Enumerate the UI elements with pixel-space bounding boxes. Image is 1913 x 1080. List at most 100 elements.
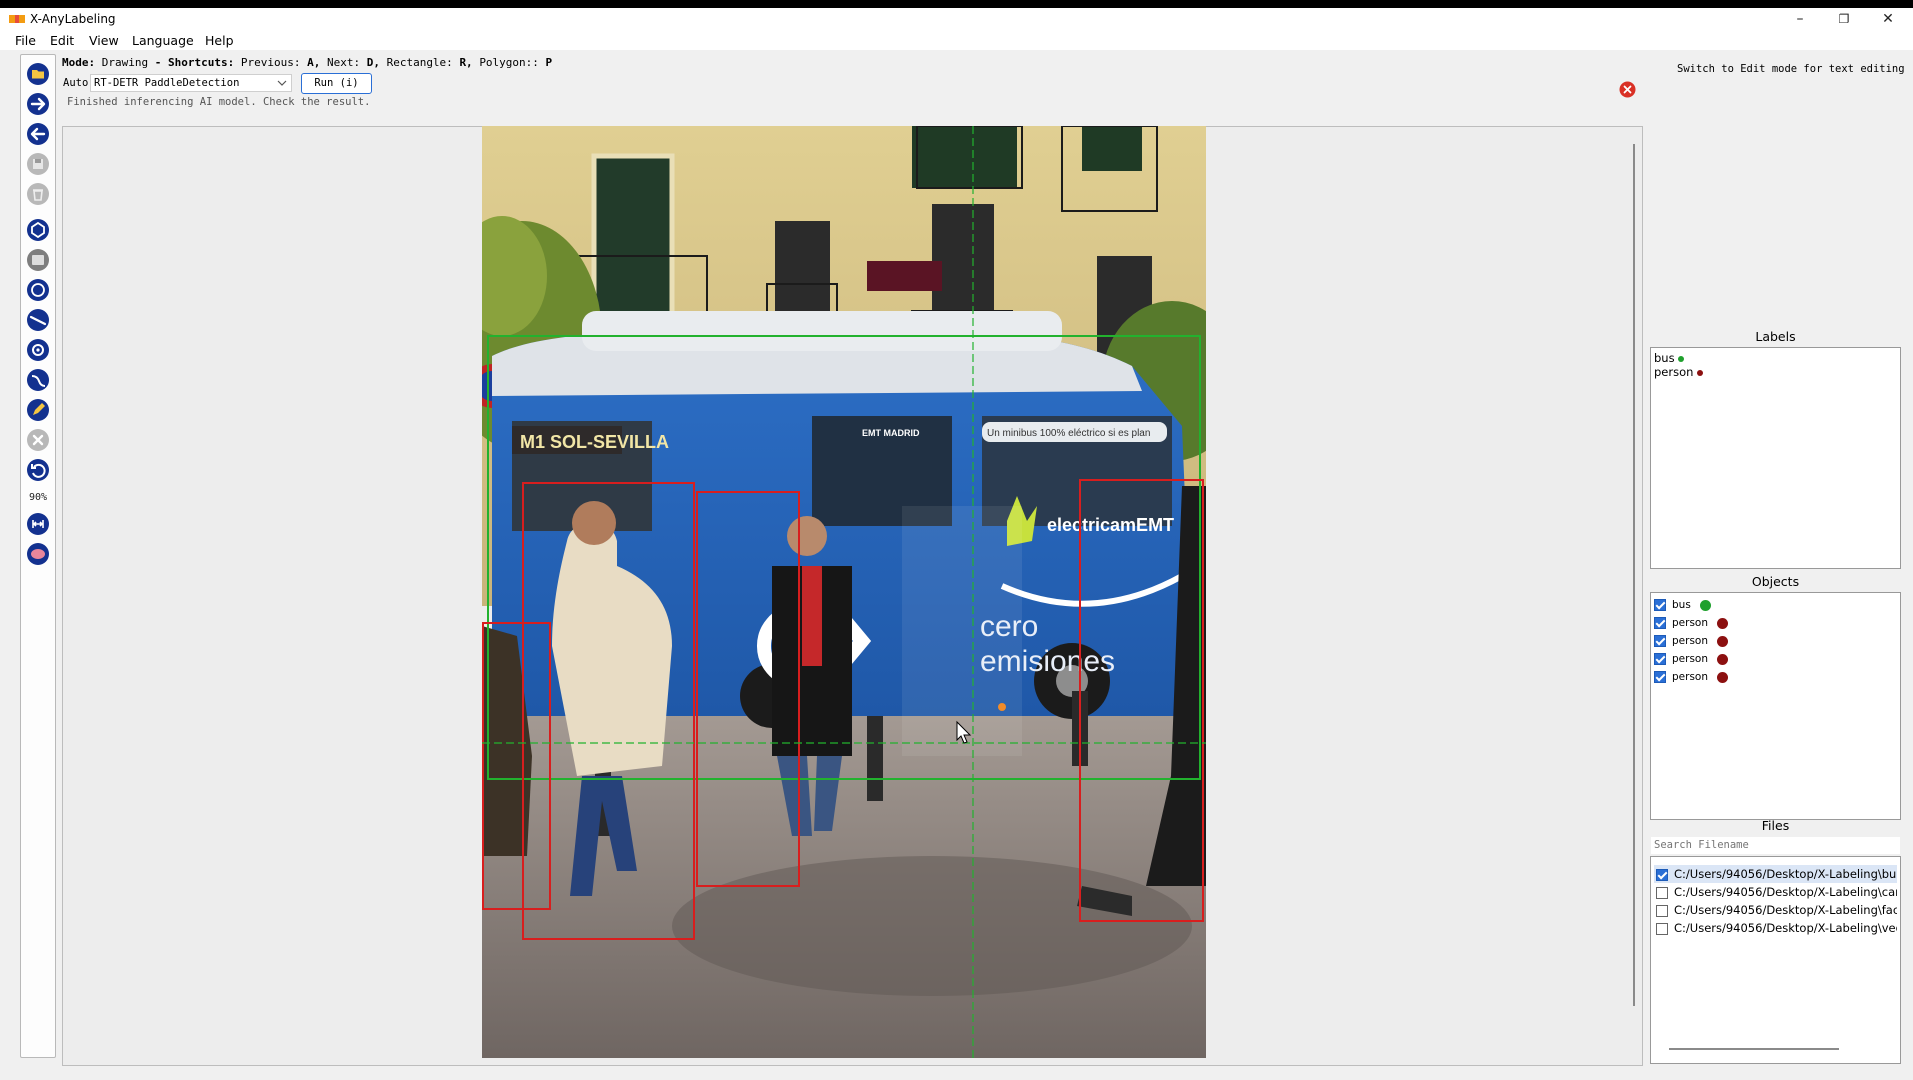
- file-path: C:/Users/94056/Desktop/X-Labeling\car: [1674, 885, 1897, 899]
- object-item[interactable]: person: [1654, 635, 1729, 651]
- mode-separator: -: [154, 56, 162, 69]
- object-color-dot: [1717, 635, 1729, 647]
- status-message: Finished inferencing AI model. Check the…: [67, 96, 371, 108]
- object-color-dot: [1700, 599, 1712, 611]
- edit-mode-button[interactable]: [25, 397, 51, 423]
- next-key: Next:: [326, 56, 361, 69]
- save-button[interactable]: [25, 151, 51, 177]
- mode-indicator: Mode: Drawing - Shortcuts: Previous: A, …: [62, 56, 552, 69]
- point-marker: [998, 703, 1006, 711]
- object-item[interactable]: person: [1654, 617, 1729, 633]
- left-toolbar: 90%: [20, 54, 56, 1058]
- file-item[interactable]: C:/Users/94056/Desktop/X-Labeling\bus: [1654, 865, 1897, 883]
- object-visibility-checkbox[interactable]: [1654, 653, 1666, 665]
- mode-key: Mode:: [62, 56, 96, 69]
- files-panel-title: Files: [1761, 818, 1790, 833]
- prev-val: A,: [307, 56, 321, 69]
- create-rectangle-button[interactable]: [25, 247, 51, 273]
- close-ai-panel-icon[interactable]: [1619, 81, 1636, 98]
- delete-shape-button[interactable]: [25, 427, 51, 453]
- line-icon: [27, 309, 49, 331]
- object-color-dot: [1717, 617, 1729, 629]
- circle-icon: [27, 279, 49, 301]
- app-logo-icon: [9, 15, 25, 23]
- labels-list[interactable]: bus person: [1650, 347, 1901, 569]
- fit-width-button[interactable]: [25, 511, 51, 537]
- point-icon: [27, 339, 49, 361]
- folder-icon: [27, 63, 49, 85]
- save-icon: [27, 153, 49, 175]
- object-item-label: person: [1672, 653, 1708, 665]
- object-item-label: person: [1672, 671, 1708, 683]
- file-search-input[interactable]: [1651, 837, 1900, 854]
- file-checkbox[interactable]: [1656, 922, 1668, 935]
- object-item[interactable]: person: [1654, 653, 1729, 669]
- labels-panel-title: Labels: [1755, 329, 1796, 344]
- object-item[interactable]: bus: [1654, 599, 1712, 615]
- canvas-vertical-scrollbar[interactable]: [1633, 144, 1635, 1006]
- file-path: C:/Users/94056/Desktop/X-Labeling\bus: [1674, 867, 1897, 881]
- files-list[interactable]: C:/Users/94056/Desktop/X-Labeling\bus C:…: [1650, 856, 1901, 1064]
- object-visibility-checkbox[interactable]: [1654, 617, 1666, 629]
- object-item[interactable]: person: [1654, 671, 1729, 687]
- edit-mode-hint: Switch to Edit mode for text editing: [1677, 63, 1905, 75]
- prev-key: Previous:: [240, 56, 301, 69]
- minimize-button[interactable]: –: [1778, 8, 1822, 30]
- run-button[interactable]: Run (i): [301, 73, 372, 94]
- create-circle-button[interactable]: [25, 277, 51, 303]
- close-window-button[interactable]: ✕: [1866, 8, 1910, 30]
- create-linestrip-button[interactable]: [25, 367, 51, 393]
- rectangle-icon: [27, 249, 49, 271]
- app-window: X-AnyLabeling – ❐ ✕ File Edit View Langu…: [0, 8, 1913, 1080]
- menu-language[interactable]: Language: [132, 33, 194, 48]
- file-item[interactable]: C:/Users/94056/Desktop/X-Labeling\veg: [1654, 919, 1897, 937]
- object-item-label: person: [1672, 617, 1708, 629]
- create-line-button[interactable]: [25, 307, 51, 333]
- file-checkbox[interactable]: [1656, 886, 1668, 899]
- restore-button[interactable]: ❐: [1822, 8, 1866, 30]
- files-horizontal-scrollbar[interactable]: [1669, 1048, 1839, 1050]
- next-val: D,: [366, 56, 380, 69]
- arrow-right-icon: [27, 93, 49, 115]
- chevron-down-icon: [277, 80, 287, 86]
- file-path: C:/Users/94056/Desktop/X-Labeling\veg: [1674, 921, 1897, 935]
- auto-label: Auto: [63, 77, 89, 89]
- menu-edit[interactable]: Edit: [50, 33, 74, 48]
- menu-view[interactable]: View: [89, 33, 119, 48]
- label-item-person[interactable]: person: [1654, 365, 1704, 379]
- create-point-button[interactable]: [25, 337, 51, 363]
- model-dropdown[interactable]: RT-DETR PaddleDetection: [90, 74, 292, 92]
- trash-icon: [27, 183, 49, 205]
- bus-route-sign: M1 SOL-SEVILLA: [520, 432, 669, 452]
- brightness-contrast-button[interactable]: [25, 541, 51, 567]
- file-checkbox[interactable]: [1656, 904, 1668, 917]
- menu-file[interactable]: File: [15, 33, 36, 48]
- objects-list[interactable]: bus person person person person: [1650, 592, 1901, 820]
- next-image-button[interactable]: [25, 91, 51, 117]
- linestrip-icon: [27, 369, 49, 391]
- file-checkbox[interactable]: [1656, 868, 1668, 881]
- object-visibility-checkbox[interactable]: [1654, 635, 1666, 647]
- objects-panel-title: Objects: [1751, 574, 1800, 589]
- label-color-dot: [1678, 355, 1685, 362]
- label-item-bus[interactable]: bus: [1654, 351, 1685, 365]
- file-item[interactable]: C:/Users/94056/Desktop/X-Labeling\car: [1654, 883, 1897, 901]
- image-canvas[interactable]: M1 SOL-SEVILLA electricamEMT cero emisio…: [482, 126, 1206, 1058]
- undo-button[interactable]: [25, 457, 51, 483]
- mode-value: Drawing: [101, 56, 149, 69]
- delete-file-button[interactable]: [25, 181, 51, 207]
- bus-window-banner: Un minibus 100% eléctrico si es plan: [987, 428, 1150, 439]
- poly-key: Polygon::: [479, 56, 539, 69]
- brain-icon: [27, 543, 49, 565]
- label-color-dot: [1697, 369, 1704, 376]
- create-polygon-button[interactable]: [25, 217, 51, 243]
- menu-help[interactable]: Help: [205, 33, 234, 48]
- image-scene: M1 SOL-SEVILLA electricamEMT cero emisio…: [482, 126, 1206, 1058]
- rect-key: Rectangle:: [386, 56, 453, 69]
- prev-image-button[interactable]: [25, 121, 51, 147]
- file-item[interactable]: C:/Users/94056/Desktop/X-Labeling\fac: [1654, 901, 1897, 919]
- object-visibility-checkbox[interactable]: [1654, 671, 1666, 683]
- object-visibility-checkbox[interactable]: [1654, 599, 1666, 611]
- poly-val: P: [545, 56, 553, 69]
- open-folder-button[interactable]: [25, 61, 51, 87]
